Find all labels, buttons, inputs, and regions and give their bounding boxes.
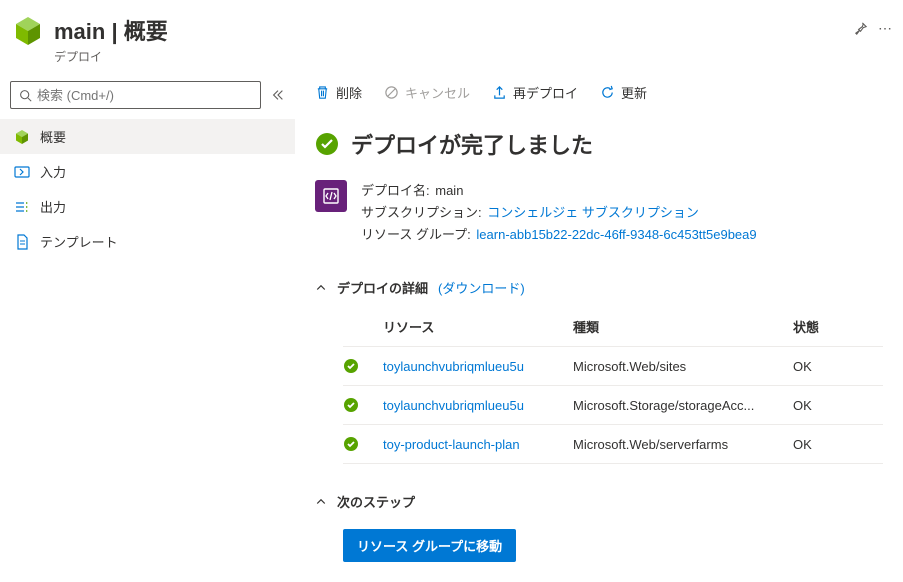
success-check-icon — [315, 132, 339, 156]
page-title: main | 概要 — [54, 14, 843, 46]
resource-status: OK — [793, 359, 853, 374]
overview-cube-icon — [14, 129, 30, 145]
refresh-button[interactable]: 更新 — [600, 83, 647, 102]
page-subtitle: デプロイ — [54, 48, 843, 65]
cancel-icon — [384, 85, 399, 100]
col-type: 種類 — [573, 317, 793, 336]
resource-group-link[interactable]: learn-abb15b22-22dc-46ff-9348-6c453tt5e9… — [476, 227, 756, 242]
search-icon — [19, 89, 32, 102]
cancel-button: キャンセル — [384, 83, 470, 102]
inputs-icon — [14, 164, 30, 180]
nav-label: 出力 — [40, 197, 66, 216]
resource-cube-icon — [10, 14, 46, 50]
search-input[interactable] — [37, 88, 252, 103]
nav-label: 概要 — [40, 127, 66, 146]
pin-icon[interactable] — [853, 21, 868, 36]
nav-label: テンプレート — [40, 232, 118, 251]
nav-item-template[interactable]: テンプレート — [0, 224, 295, 259]
status-ok-icon — [343, 358, 383, 374]
delete-button[interactable]: 削除 — [315, 83, 362, 102]
resource-status: OK — [793, 437, 853, 452]
deploy-name-value: main — [435, 183, 463, 198]
col-resource: リソース — [383, 317, 573, 336]
refresh-icon — [600, 85, 615, 100]
trash-icon — [315, 85, 330, 100]
goto-resource-group-button[interactable]: リソース グループに移動 — [343, 529, 516, 562]
table-row: toylaunchvubriqmlueu5u Microsoft.Web/site… — [343, 347, 883, 386]
chevron-up-icon[interactable] — [315, 282, 327, 294]
subscription-link[interactable]: コンシェルジェ サブスクリプション — [487, 205, 699, 220]
deploy-details-title: デプロイの詳細 — [337, 278, 428, 297]
col-status: 状態 — [793, 317, 853, 336]
resource-status: OK — [793, 398, 853, 413]
search-input-container[interactable] — [10, 81, 261, 109]
status-ok-icon — [343, 436, 383, 452]
more-icon[interactable]: ⋯ — [878, 20, 893, 37]
nav-item-inputs[interactable]: 入力 — [0, 154, 295, 189]
deploy-name-label: デプロイ名: — [361, 183, 430, 198]
resource-link[interactable]: toy-product-launch-plan — [383, 437, 520, 452]
collapse-sidebar-icon[interactable] — [271, 88, 285, 102]
subscription-label: サブスクリプション: — [361, 205, 482, 220]
resource-link[interactable]: toylaunchvubriqmlueu5u — [383, 359, 524, 374]
resource-type: Microsoft.Web/sites — [573, 359, 793, 374]
redeploy-button[interactable]: 再デプロイ — [492, 83, 578, 102]
resource-link[interactable]: toylaunchvubriqmlueu5u — [383, 398, 524, 413]
template-icon — [14, 234, 30, 250]
nav-label: 入力 — [40, 162, 66, 181]
download-link[interactable]: (ダウンロード) — [438, 278, 525, 297]
nav-item-overview[interactable]: 概要 — [0, 119, 295, 154]
status-ok-icon — [343, 397, 383, 413]
table-row: toylaunchvubriqmlueu5u Microsoft.Storage/… — [343, 386, 883, 425]
resource-type: Microsoft.Storage/storageAcc... — [573, 398, 793, 413]
next-steps-title: 次のステップ — [337, 492, 415, 511]
deploy-details-table: リソース 種類 状態 toylaunchvubriqmlueu5u Microso… — [343, 307, 883, 464]
table-row: toy-product-launch-plan Microsoft.Web/ser… — [343, 425, 883, 464]
chevron-up-icon[interactable] — [315, 496, 327, 508]
status-title: デプロイが完了しました — [351, 128, 593, 160]
nav-item-outputs[interactable]: 出力 — [0, 189, 295, 224]
upload-icon — [492, 85, 507, 100]
resource-group-label: リソース グループ: — [361, 227, 471, 242]
outputs-icon — [14, 199, 30, 215]
resource-type: Microsoft.Web/serverfarms — [573, 437, 793, 452]
template-badge-icon — [315, 180, 347, 212]
